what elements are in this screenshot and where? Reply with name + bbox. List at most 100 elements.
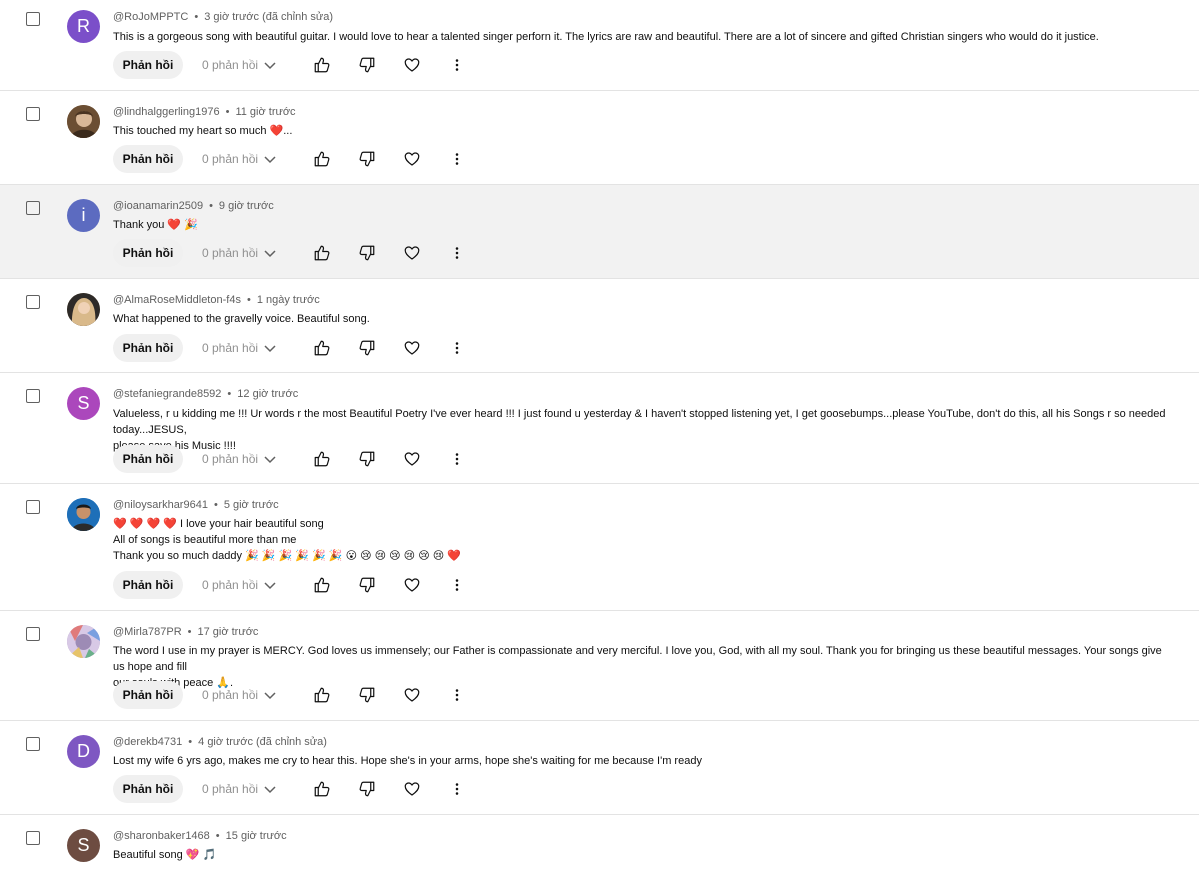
heart-button[interactable] [402, 779, 422, 799]
dislike-button[interactable] [357, 575, 377, 595]
author-handle[interactable]: @ioanamarin2509 [113, 200, 203, 212]
select-checkbox[interactable] [26, 201, 40, 215]
select-checkbox[interactable] [26, 500, 40, 514]
reply-count[interactable]: 0 phản hồi [202, 688, 258, 702]
more-button[interactable] [447, 338, 467, 358]
more-button[interactable] [447, 243, 467, 263]
more-button[interactable] [447, 449, 467, 469]
chevron-down-icon[interactable] [263, 246, 277, 260]
select-checkbox[interactable] [26, 627, 40, 641]
heart-icon [404, 452, 420, 466]
reply-button[interactable]: Phản hồi [113, 681, 183, 709]
select-checkbox[interactable] [26, 737, 40, 751]
reply-count[interactable]: 0 phản hồi [202, 341, 258, 355]
author-handle[interactable]: @stefaniegrande8592 [113, 388, 221, 400]
more-button[interactable] [447, 779, 467, 799]
chevron-down-icon[interactable] [263, 152, 277, 166]
heart-button[interactable] [402, 575, 422, 595]
avatar[interactable]: D [67, 735, 100, 768]
reply-button[interactable]: Phản hồi [113, 445, 183, 473]
avatar[interactable]: S [67, 387, 100, 420]
thumbs-down-icon [359, 781, 375, 797]
heart-button[interactable] [402, 243, 422, 263]
select-checkbox[interactable] [26, 295, 40, 309]
reply-count[interactable]: 0 phản hồi [202, 58, 258, 72]
comment-text: This touched my heart so much ❤️... [113, 123, 1173, 139]
select-checkbox[interactable] [26, 389, 40, 403]
dislike-button[interactable] [357, 149, 377, 169]
comment-line: Thank you ❤️ 🎉 [113, 219, 198, 231]
author-handle[interactable]: @lindhalggerling1976 [113, 106, 220, 118]
like-button[interactable] [312, 449, 332, 469]
separator-dot: • [187, 626, 192, 638]
reply-count[interactable]: 0 phản hồi [202, 452, 258, 466]
author-handle[interactable]: @sharonbaker1468 [113, 830, 210, 842]
heart-button[interactable] [402, 685, 422, 705]
like-button[interactable] [312, 243, 332, 263]
heart-button[interactable] [402, 55, 422, 75]
timestamp[interactable]: 9 giờ trước [219, 200, 274, 212]
dislike-button[interactable] [357, 779, 377, 799]
reply-count[interactable]: 0 phản hồi [202, 782, 258, 796]
timestamp[interactable]: 3 giờ trước (đã chỉnh sửa) [204, 11, 333, 23]
reply-button[interactable]: Phản hồi [113, 571, 183, 599]
avatar[interactable]: S [67, 829, 100, 862]
select-checkbox[interactable] [26, 12, 40, 26]
timestamp[interactable]: 12 giờ trước [237, 388, 298, 400]
avatar[interactable]: R [67, 10, 100, 43]
timestamp[interactable]: 5 giờ trước [224, 499, 279, 511]
dislike-button[interactable] [357, 449, 377, 469]
reply-count[interactable]: 0 phản hồi [202, 246, 258, 260]
author-handle[interactable]: @niloysarkhar9641 [113, 499, 208, 511]
like-button[interactable] [312, 685, 332, 705]
timestamp[interactable]: 15 giờ trước [226, 830, 287, 842]
select-checkbox[interactable] [26, 831, 40, 845]
chevron-down-icon[interactable] [263, 688, 277, 702]
comment-actions: Phản hồi 0 phản hồi [113, 571, 473, 599]
dislike-button[interactable] [357, 243, 377, 263]
reply-button[interactable]: Phản hồi [113, 775, 183, 803]
avatar[interactable] [67, 625, 100, 658]
like-button[interactable] [312, 575, 332, 595]
chevron-down-icon[interactable] [263, 578, 277, 592]
dislike-button[interactable] [357, 55, 377, 75]
chevron-down-icon[interactable] [263, 452, 277, 466]
select-checkbox[interactable] [26, 107, 40, 121]
like-button[interactable] [312, 779, 332, 799]
more-button[interactable] [447, 685, 467, 705]
author-handle[interactable]: @Mirla787PR [113, 626, 182, 638]
avatar[interactable]: i [67, 199, 100, 232]
avatar[interactable] [67, 498, 100, 531]
author-handle[interactable]: @RoJoMPPTC [113, 11, 188, 23]
like-button[interactable] [312, 149, 332, 169]
avatar[interactable] [67, 105, 100, 138]
author-handle[interactable]: @derekb4731 [113, 736, 182, 748]
chevron-down-icon[interactable] [263, 341, 277, 355]
heart-button[interactable] [402, 449, 422, 469]
reply-button[interactable]: Phản hồi [113, 51, 183, 79]
timestamp[interactable]: 17 giờ trước [198, 626, 259, 638]
timestamp[interactable]: 11 giờ trước [235, 106, 295, 118]
like-button[interactable] [312, 55, 332, 75]
more-button[interactable] [447, 149, 467, 169]
reply-count[interactable]: 0 phản hồi [202, 578, 258, 592]
reply-button[interactable]: Phản hồi [113, 334, 183, 362]
heart-button[interactable] [402, 149, 422, 169]
reply-button[interactable]: Phản hồi [113, 145, 183, 173]
timestamp[interactable]: 1 ngày trước [257, 294, 320, 306]
more-button[interactable] [447, 575, 467, 595]
chevron-down-icon[interactable] [263, 782, 277, 796]
reply-count[interactable]: 0 phản hồi [202, 152, 258, 166]
heart-button[interactable] [402, 338, 422, 358]
comment-line: Beautiful song 💖 🎵 [113, 849, 217, 861]
chevron-down-icon[interactable] [263, 58, 277, 72]
avatar[interactable] [67, 293, 100, 326]
dislike-button[interactable] [357, 685, 377, 705]
author-handle[interactable]: @AlmaRoseMiddleton-f4s [113, 294, 241, 306]
dislike-button[interactable] [357, 338, 377, 358]
more-button[interactable] [447, 55, 467, 75]
like-button[interactable] [312, 338, 332, 358]
comment-actions: Phản hồi 0 phản hồi [113, 145, 473, 173]
reply-button[interactable]: Phản hồi [113, 239, 183, 267]
timestamp[interactable]: 4 giờ trước (đã chỉnh sửa) [198, 736, 327, 748]
